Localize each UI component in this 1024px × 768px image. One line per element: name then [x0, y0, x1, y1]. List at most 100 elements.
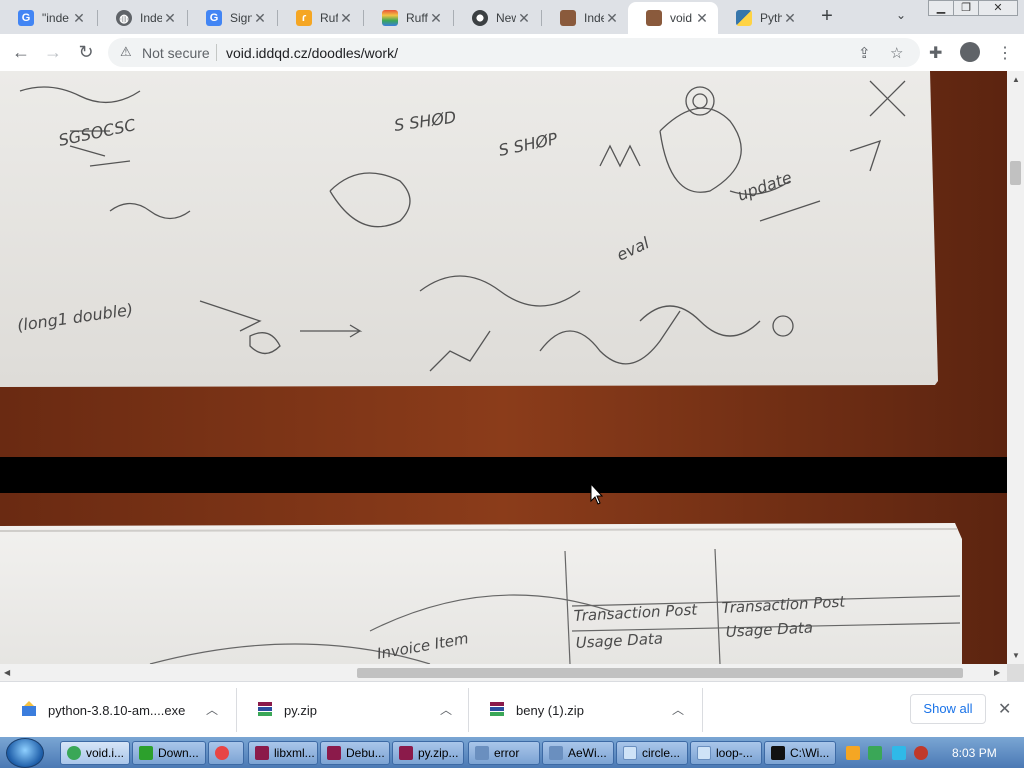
- share-icon[interactable]: ⇪: [858, 44, 871, 62]
- browser-tab[interactable]: ◍ Inde ✕: [98, 2, 186, 34]
- taskbar-item[interactable]: [208, 741, 244, 765]
- download-item[interactable]: python-3.8.10-am....exe ︿: [0, 682, 236, 738]
- tray-app-icon[interactable]: [846, 746, 860, 760]
- taskbar-item[interactable]: error: [468, 741, 540, 765]
- restore-button[interactable]: ❐: [953, 0, 979, 16]
- vertical-scroll-thumb[interactable]: [1010, 161, 1021, 185]
- close-icon[interactable]: ✕: [782, 10, 798, 27]
- show-all-button[interactable]: Show all: [910, 694, 986, 724]
- browser-tab[interactable]: G Sign ✕: [188, 2, 276, 34]
- chrome-icon: [472, 10, 488, 26]
- browser-tab[interactable]: Ruffl ✕: [364, 2, 452, 34]
- close-icon[interactable]: ✕: [694, 10, 710, 27]
- portrait-icon: [560, 10, 576, 26]
- download-icon: [139, 746, 153, 760]
- scrollbar-corner: [1007, 664, 1024, 681]
- minimize-button[interactable]: ▁: [928, 0, 954, 16]
- taskbar-item-label: C:\Wi...: [790, 746, 830, 760]
- warning-icon[interactable]: ⚠: [120, 44, 132, 60]
- tray-network-icon[interactable]: [892, 746, 906, 760]
- close-icon[interactable]: ✕: [516, 10, 532, 27]
- close-icon[interactable]: ✕: [252, 10, 268, 27]
- close-icon[interactable]: ✕: [162, 10, 178, 27]
- browser-tab[interactable]: G "inde ✕: [0, 2, 95, 34]
- horizontal-scrollbar[interactable]: ◀ ▶: [0, 664, 1007, 681]
- new-tab-button[interactable]: +: [816, 6, 838, 28]
- tab-strip: G "inde ✕ ◍ Inde ✕ G Sign ✕ ɾ Ruffl ✕ Ru…: [0, 0, 1024, 34]
- taskbar-item-label: error: [494, 746, 520, 760]
- taskbar-item[interactable]: py.zip...: [392, 741, 464, 765]
- installer-icon: [22, 701, 36, 716]
- clock[interactable]: 8:03 PM: [952, 746, 997, 760]
- taskbar-item[interactable]: C:\Wi...: [764, 741, 836, 765]
- url-text[interactable]: void.iddqd.cz/doodles/work/: [226, 45, 398, 61]
- close-icon[interactable]: ✕: [604, 10, 620, 27]
- tab-search-chevron-icon[interactable]: ⌄: [896, 8, 906, 22]
- tab-title: Ruffl: [320, 11, 338, 25]
- star-bookmark-icon[interactable]: ☆: [890, 44, 903, 62]
- taskbar-item-label: void.i...: [86, 746, 125, 760]
- tray-volume-icon[interactable]: [914, 746, 928, 760]
- portrait-icon: [646, 10, 662, 26]
- taskbar-item[interactable]: libxml...: [248, 741, 318, 765]
- address-bar[interactable]: ⚠ Not secure void.iddqd.cz/doodles/work/…: [108, 38, 920, 67]
- browser-tab[interactable]: ɾ Ruffl ✕: [278, 2, 362, 34]
- browser-tab[interactable]: New ✕: [454, 2, 540, 34]
- window-icon: [549, 746, 563, 760]
- close-icon[interactable]: ✕: [428, 10, 444, 27]
- media-player-icon: [215, 746, 229, 760]
- scroll-right-arrow-icon[interactable]: ▶: [994, 668, 1000, 677]
- close-icon[interactable]: ✕: [338, 10, 354, 27]
- scroll-up-arrow-icon[interactable]: ▲: [1012, 75, 1020, 84]
- winrar-icon: [327, 746, 341, 760]
- google-icon: G: [18, 10, 34, 26]
- taskbar-item-label: loop-...: [716, 746, 753, 760]
- tab-title: Inde: [584, 11, 604, 25]
- chevron-up-icon[interactable]: ︿: [440, 701, 452, 718]
- close-icon[interactable]: ✕: [71, 10, 87, 27]
- taskbar-item-label: Debu...: [346, 746, 385, 760]
- taskbar-item[interactable]: Down...: [132, 741, 206, 765]
- taskbar-item-label: py.zip...: [418, 746, 459, 760]
- photo-gap: [0, 457, 1007, 493]
- forward-arrow-icon[interactable]: →: [41, 41, 65, 65]
- reload-icon[interactable]: ↻: [74, 41, 98, 65]
- browser-toolbar: ← → ↻ ⚠ Not secure void.iddqd.cz/doodles…: [0, 34, 1024, 72]
- taskbar: void.i... Down... libxml... Debu... py.z…: [0, 737, 1024, 768]
- close-icon[interactable]: ✕: [998, 699, 1011, 719]
- profile-avatar-icon[interactable]: [960, 42, 980, 62]
- ruffle-icon: ɾ: [296, 10, 312, 26]
- download-item[interactable]: py.zip ︿: [236, 682, 468, 738]
- menu-kebab-icon[interactable]: ⋮: [997, 43, 1013, 63]
- taskbar-item[interactable]: Debu...: [320, 741, 390, 765]
- download-item[interactable]: beny (1).zip ︿: [468, 682, 702, 738]
- scroll-left-arrow-icon[interactable]: ◀: [4, 668, 10, 677]
- tray-security-icon[interactable]: [868, 746, 882, 760]
- start-orb-icon[interactable]: [6, 738, 44, 768]
- extensions-puzzle-icon[interactable]: ✚: [929, 43, 942, 63]
- scroll-down-arrow-icon[interactable]: ▼: [1012, 651, 1020, 660]
- taskbar-item[interactable]: loop-...: [690, 741, 762, 765]
- back-arrow-icon[interactable]: ←: [9, 41, 33, 65]
- taskbar-item[interactable]: void.i...: [60, 741, 130, 765]
- chevron-up-icon[interactable]: ︿: [206, 701, 218, 718]
- browser-tab[interactable]: Inde ✕: [542, 2, 628, 34]
- horizontal-scroll-thumb[interactable]: [357, 668, 963, 678]
- taskbar-item[interactable]: circle...: [616, 741, 688, 765]
- chevron-up-icon[interactable]: ︿: [672, 701, 684, 718]
- taskbar-item[interactable]: AeWi...: [542, 741, 614, 765]
- divider: [216, 44, 217, 61]
- download-filename: python-3.8.10-am....exe: [48, 703, 186, 718]
- tab-title: New: [496, 11, 516, 25]
- window-close-button[interactable]: ✕: [978, 0, 1018, 16]
- browser-tab[interactable]: Pyth ✕: [718, 2, 806, 34]
- chrome-icon: [67, 746, 81, 760]
- doodle-photo-1: SGSOCSC S SHØD S SHØP (long1 double) eva…: [0, 71, 1007, 457]
- vertical-scrollbar[interactable]: ▲ ▼: [1007, 71, 1024, 664]
- download-shelf: python-3.8.10-am....exe ︿ py.zip ︿ beny …: [0, 681, 1024, 737]
- python-icon: [736, 10, 752, 26]
- notepad-icon: [623, 746, 637, 760]
- browser-tab-active[interactable]: void ✕: [628, 2, 718, 34]
- security-label[interactable]: Not secure: [142, 45, 210, 61]
- google-icon: G: [206, 10, 222, 26]
